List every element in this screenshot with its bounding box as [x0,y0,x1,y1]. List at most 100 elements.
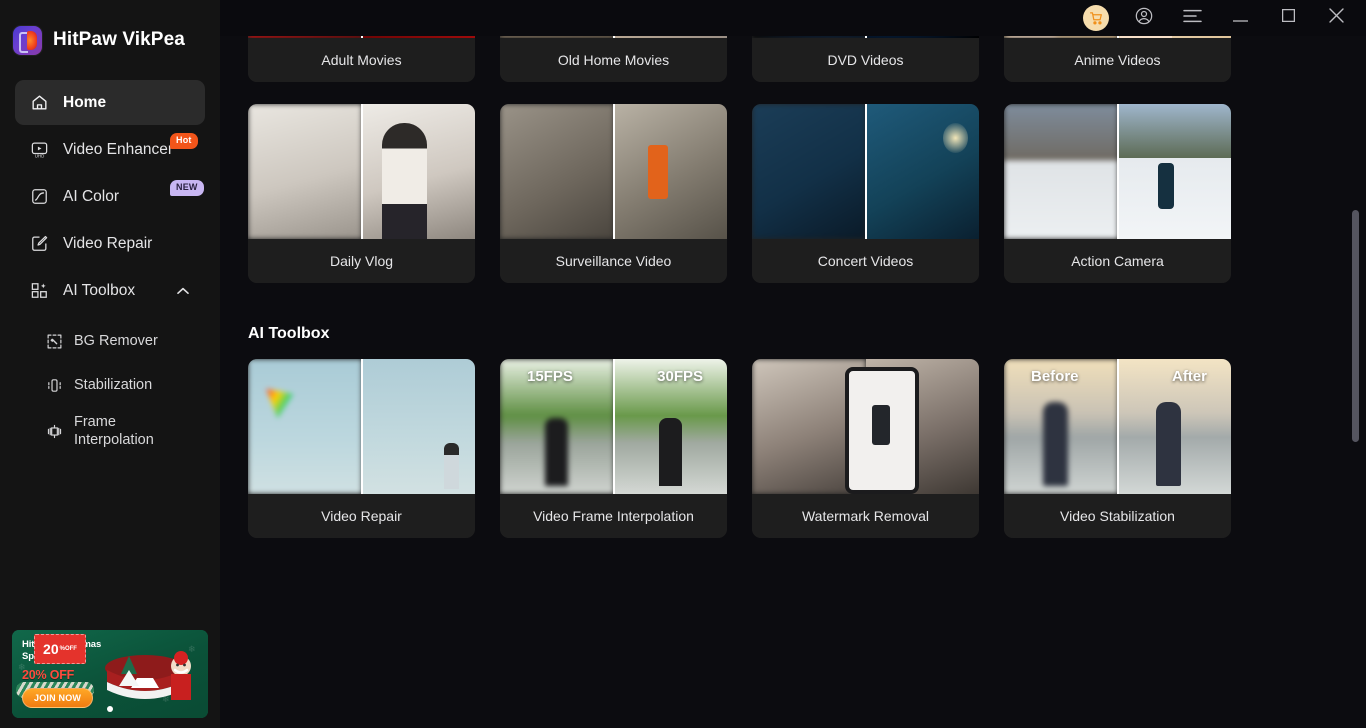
stabilization-icon [45,376,63,394]
sidebar-item-bg-remover[interactable]: BG Remover [15,319,205,363]
thumb-after [361,359,475,494]
menu-button[interactable] [1168,0,1216,36]
sidebar-item-ai-color[interactable]: AI Color NEW [15,174,205,219]
vertical-scrollbar[interactable] [1352,36,1359,728]
carousel-dot[interactable] [107,706,113,712]
sidebar-item-ai-toolbox[interactable]: AI Toolbox [15,268,205,313]
card-watermark-removal[interactable]: Watermark Removal [752,359,979,538]
thumb-before [248,359,362,494]
maximize-button[interactable] [1264,0,1312,36]
account-icon [1134,6,1154,31]
card-thumbnail: Before After [1004,359,1231,494]
status-badge-hot: Hot [170,133,198,149]
card-thumbnail [248,359,475,494]
sidebar-item-frame-interpolation[interactable]: Frame Interpolation [15,407,205,455]
thumb-before [1004,104,1118,239]
status-badge-new: NEW [170,180,204,196]
card-label: Adult Movies [248,38,475,82]
card-grid-row2: Daily Vlog Surveillance Video Concert Vi… [248,104,1281,283]
card-video-repair[interactable]: Video Repair [248,359,475,538]
thumb-before [248,104,362,239]
discount-tag: 20 %OFF [34,634,86,664]
close-icon [1328,8,1344,28]
sidebar-item-label: Home [63,93,107,111]
home-icon [29,92,50,113]
card-thumbnail: 15FPS 30FPS [500,359,727,494]
card-label: Surveillance Video [500,239,727,283]
cart-icon [1083,5,1109,31]
main-area: Adult Movies Old Home Movies DVD Videos … [220,0,1366,728]
sidebar-subnav: BG Remover Stabilization Frame Interpola… [0,315,220,455]
chevron-up-icon[interactable] [177,282,189,300]
sidebar-item-video-repair[interactable]: Video Repair [15,221,205,266]
sidebar-item-stabilization[interactable]: Stabilization [15,363,205,407]
card-thumbnail [752,104,979,239]
card-label: Video Stabilization [1004,494,1231,538]
thumb-after [1117,104,1231,239]
card-grid-row3: Video Repair 15FPS 30FPS Video Frame Int… [248,359,1281,538]
thumb-after [865,104,979,239]
compare-divider [360,359,363,494]
gift-box-illustration [93,638,198,710]
promo-discount: 20% OFF [22,667,75,682]
brand-name: HitPaw VikPea [53,29,185,50]
sidebar: HitPaw VikPea Home UHD Video Enhancer Ho… [0,0,220,728]
discount-off-label: %OFF [59,646,77,652]
thumb-overlay-before: Before [1031,368,1079,385]
video-repair-icon [29,233,50,254]
card-label: Watermark Removal [752,494,979,538]
sidebar-subitem-label: BG Remover [74,332,158,349]
thumb-after [613,104,727,239]
card-label: Video Repair [248,494,475,538]
frame-interpolation-icon [45,422,63,440]
sidebar-item-video-enhancer[interactable]: UHD Video Enhancer Hot [15,127,205,172]
card-label: Daily Vlog [248,239,475,283]
card-label: Old Home Movies [500,38,727,82]
card-daily-vlog[interactable]: Daily Vlog [248,104,475,283]
bg-remover-icon [45,332,63,350]
sidebar-item-home[interactable]: Home [15,80,205,125]
compare-divider [612,104,615,239]
cart-button[interactable] [1072,0,1120,36]
scrollbar-thumb[interactable] [1352,210,1359,442]
thumb-after [845,359,979,494]
card-video-stabilization[interactable]: Before After Video Stabilization [1004,359,1231,538]
scroll-content: Adult Movies Old Home Movies DVD Videos … [220,0,1366,728]
ai-toolbox-icon [29,280,50,301]
sidebar-subitem-label: Stabilization [74,376,153,393]
thumb-overlay-before: 15FPS [527,368,573,385]
compare-divider [360,104,363,239]
minimize-icon [1232,9,1248,27]
sidebar-item-label: AI Color [63,187,119,205]
thumb-after [361,104,475,239]
card-action-camera[interactable]: Action Camera [1004,104,1231,283]
card-concert-videos[interactable]: Concert Videos [752,104,979,283]
join-now-button[interactable]: JOIN NOW [22,687,94,708]
card-label: Anime Videos [1004,38,1231,82]
thumb-overlay-after: After [1171,368,1207,385]
minimize-button[interactable] [1216,0,1264,36]
menu-icon [1182,9,1202,28]
close-button[interactable] [1312,0,1360,36]
window-titlebar [220,0,1366,36]
app-logo-icon [13,25,42,55]
promo-banner[interactable]: ❄ ❄ ❄ ❄ [12,630,208,718]
card-thumbnail [500,104,727,239]
card-video-frame-interpolation[interactable]: 15FPS 30FPS Video Frame Interpolation [500,359,727,538]
account-button[interactable] [1120,0,1168,36]
thumb-overlay-after: 30FPS [657,368,703,385]
brand: HitPaw VikPea [0,0,220,58]
maximize-icon [1281,8,1295,27]
thumb-before [500,104,614,239]
sidebar-item-label: Video Enhancer [63,140,174,158]
compare-divider [1116,359,1119,494]
card-thumbnail [752,359,979,494]
card-thumbnail [1004,104,1231,239]
video-enhancer-icon: UHD [29,139,50,160]
svg-text:UHD: UHD [35,154,45,159]
card-label: Concert Videos [752,239,979,283]
compare-divider [612,359,615,494]
sidebar-nav: Home UHD Video Enhancer Hot AI Color NEW… [0,80,220,313]
sidebar-item-label: Video Repair [63,234,153,252]
card-surveillance-video[interactable]: Surveillance Video [500,104,727,283]
